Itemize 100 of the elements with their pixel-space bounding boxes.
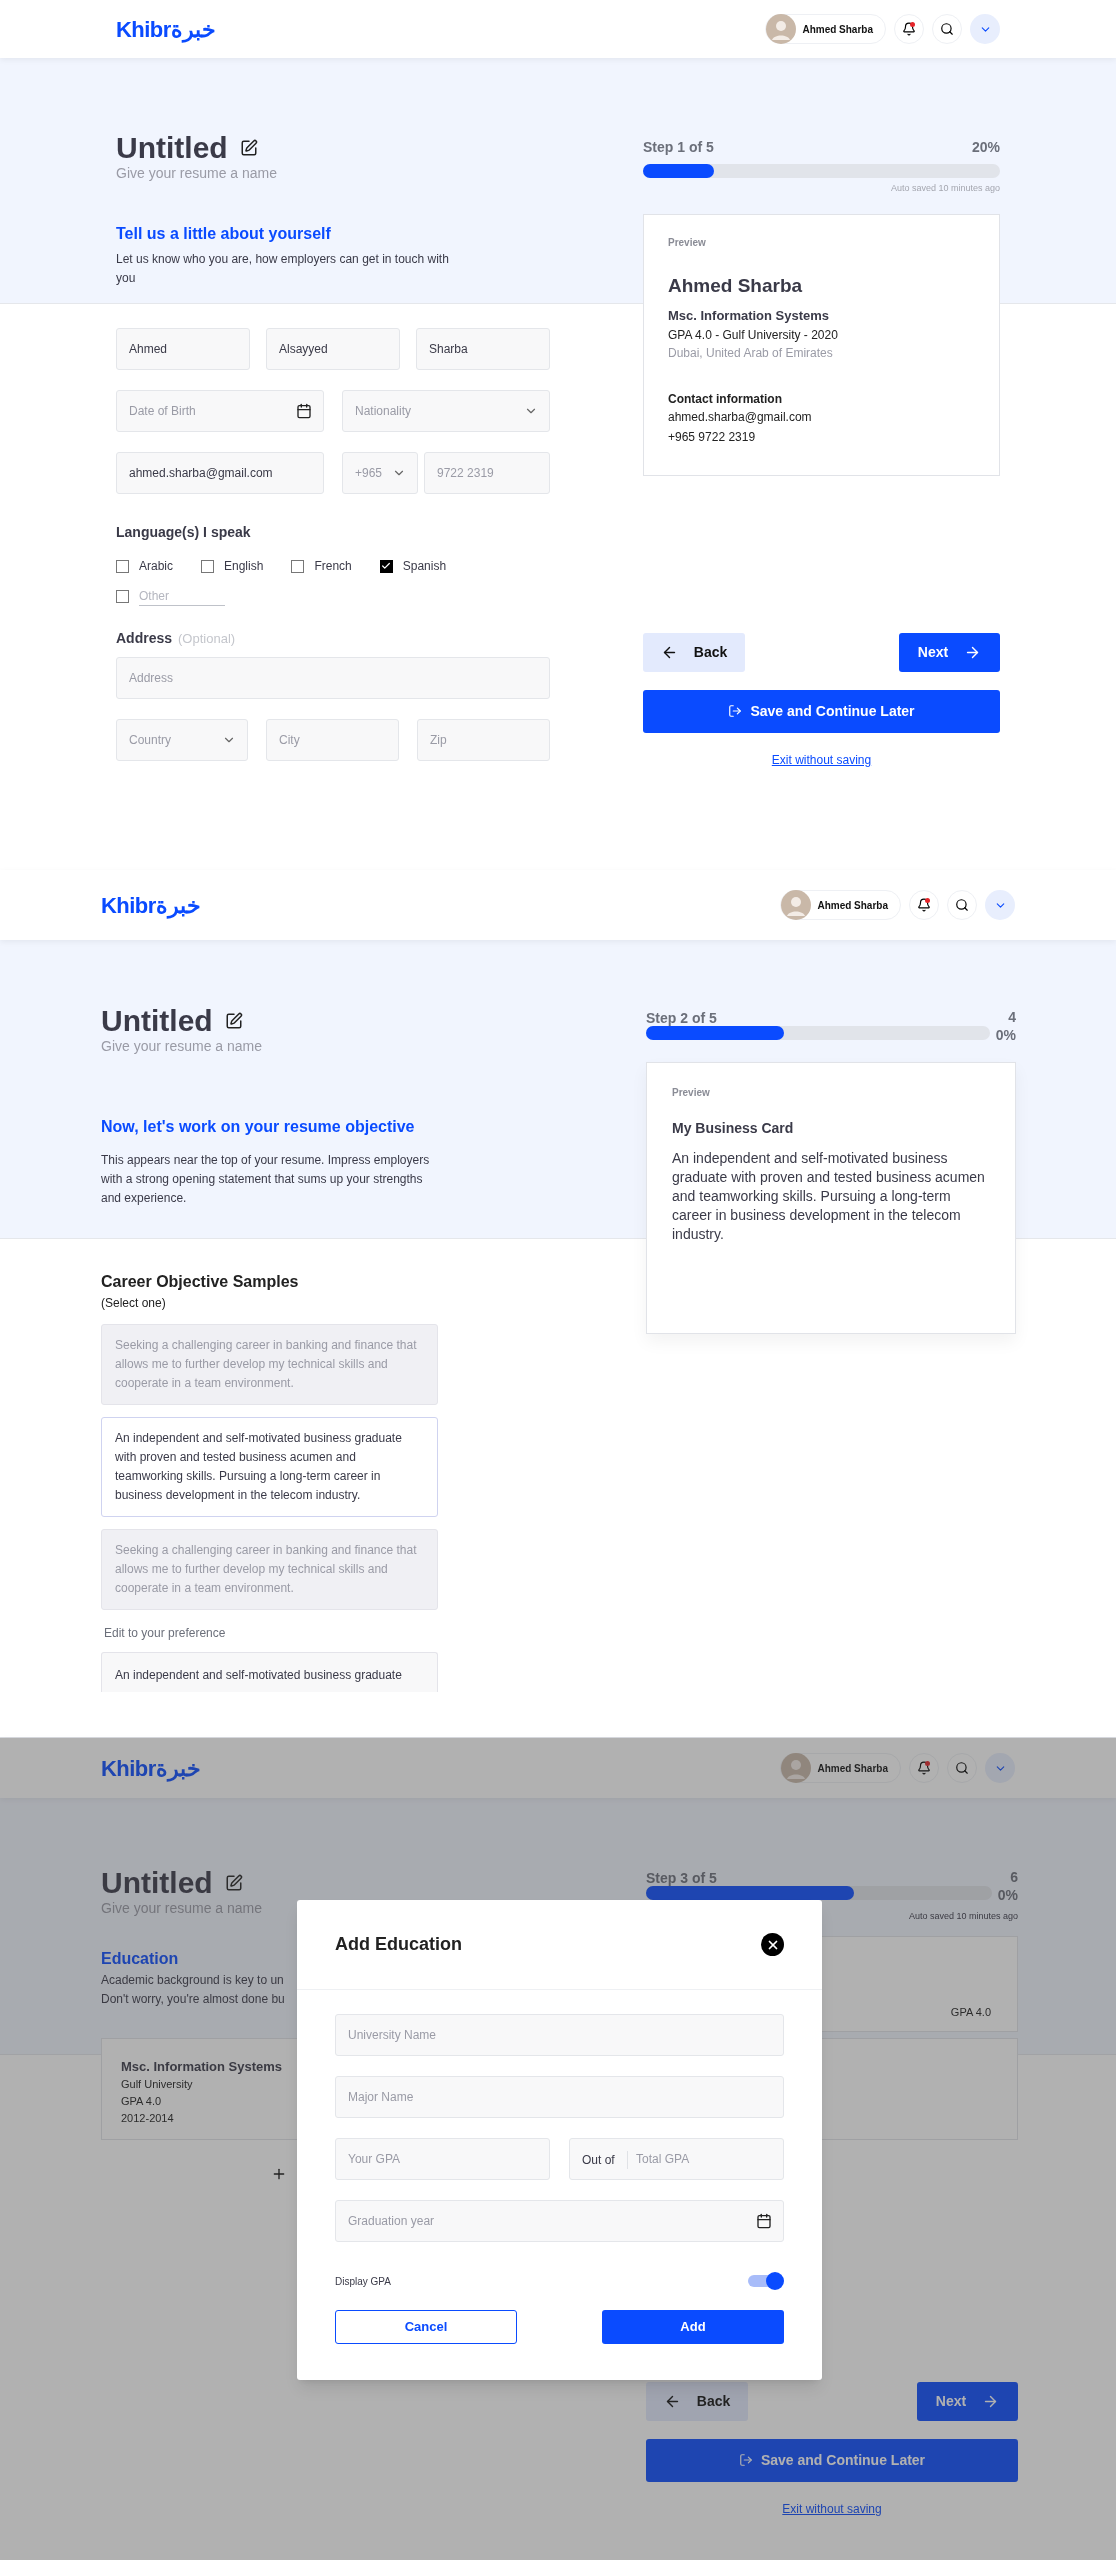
contact-heading: Contact information <box>668 390 783 408</box>
search-icon <box>955 898 969 912</box>
out-of-label: Out of <box>570 2151 628 2169</box>
bell-icon <box>902 22 916 36</box>
education-university: Gulf University <box>121 2077 193 2092</box>
resume-title: Untitled <box>101 1006 213 1036</box>
add-button[interactable]: Add <box>602 2310 784 2344</box>
edit-icon[interactable] <box>224 1012 243 1030</box>
gpa-field[interactable]: Your GPA <box>335 2138 550 2180</box>
zip-field[interactable]: Zip <box>417 719 550 761</box>
birth-date-field[interactable]: Date of Birth <box>116 390 324 432</box>
checkbox[interactable] <box>116 590 129 603</box>
exit-without-saving-link[interactable]: Exit without saving <box>782 2499 882 2518</box>
preview-education: GPA 4.0 - Gulf University - 2020 <box>668 326 839 344</box>
exit-icon <box>738 2453 753 2467</box>
section-description: Don't worry, you're almost done bu <box>101 1991 285 2008</box>
close-button[interactable] <box>761 1933 784 1956</box>
checkbox[interactable] <box>379 559 393 573</box>
save-and-continue-button[interactable]: Save and Continue Later <box>646 2438 1018 2482</box>
last-name-field[interactable]: Sharba <box>416 328 550 370</box>
title-hint: Give your resume a name <box>101 1037 264 1056</box>
graduation-year-field[interactable]: Graduation year <box>335 2200 784 2242</box>
preview-objective: An independent and self-motivated business graduate with proven and tested business acumen and teamworking skills. Pursuing a long-term career in business development in the telecom industry. <box>672 1149 986 1244</box>
samples-heading: Career Objective Samples <box>101 1272 300 1292</box>
city-field[interactable]: City <box>266 719 399 761</box>
phone-field[interactable]: 9722 2319 <box>424 452 550 494</box>
phone-code-dropdown[interactable]: +965 <box>342 452 418 494</box>
avatar-icon <box>781 890 812 920</box>
progress-percent: 60% <box>996 1868 1018 1904</box>
address-label: Address <box>116 629 173 648</box>
major-name-field[interactable]: Major Name <box>335 2076 784 2118</box>
section-heading: Tell us a little about yourself <box>116 224 332 244</box>
next-button[interactable]: Next <box>899 632 1000 672</box>
avatar-icon <box>766 14 797 44</box>
preview-label: Preview <box>668 235 707 250</box>
preview-location: Dubai, United Arab of Emirates <box>668 344 834 362</box>
exit-without-saving-link[interactable]: Exit without saving <box>771 750 872 769</box>
section-description: Let us know who you are, how employers can get in touch with you <box>116 251 450 287</box>
section-heading: Now, let's work on your resume objective <box>101 1117 416 1137</box>
languages-label: Language(s) I speak <box>116 523 252 542</box>
calendar-icon <box>296 403 312 419</box>
back-button[interactable]: Back <box>643 632 745 672</box>
nationality-dropdown[interactable]: Nationality <box>342 390 550 432</box>
university-name-field[interactable]: University Name <box>335 2014 784 2056</box>
dialog-title: Add Education <box>335 1933 462 1956</box>
step-label: Step 2 of 5 <box>646 1009 717 1028</box>
checkbox[interactable] <box>201 559 214 573</box>
preview-degree: Msc. Information Systems <box>668 307 831 325</box>
checkbox[interactable] <box>291 559 305 573</box>
edit-label: Edit to your preference <box>104 1625 227 1642</box>
autosave-note: Auto saved 10 minutes ago <box>890 182 1000 195</box>
section-description: Academic background is key to un <box>101 1972 285 1989</box>
title-hint: Give your resume a name <box>116 164 279 183</box>
email-field[interactable]: ahmed.sharba@gmail.com <box>116 452 324 494</box>
language-label: French <box>314 558 352 575</box>
exit-icon <box>728 704 743 718</box>
bell-icon <box>917 898 931 912</box>
bell-icon <box>917 1761 931 1775</box>
samples-hint: (Select one) <box>101 1295 167 1312</box>
objective-text-area[interactable]: An independent and self-motivated business graduate <box>101 1652 438 1692</box>
education-years: 2012-2014 <box>121 2111 174 2126</box>
back-button[interactable]: Back <box>646 2381 748 2421</box>
other-language-field[interactable]: Other <box>139 587 225 606</box>
preview-email: ahmed.sharba@gmail.com <box>668 408 813 426</box>
preview-label: Preview <box>672 1086 711 1100</box>
next-button[interactable]: Next <box>917 2381 1018 2421</box>
edit-icon[interactable] <box>239 139 258 157</box>
check-icon <box>381 561 392 571</box>
step-label: Step 3 of 5 <box>646 1869 717 1888</box>
country-dropdown[interactable]: Country <box>116 719 248 761</box>
resume-title: Untitled <box>101 1868 213 1898</box>
section-description: This appears near the top of your resume. Impress employers with a strong opening statement that sums up your strengths and experience. <box>101 1152 431 1207</box>
display-gpa-switch[interactable] <box>748 2272 784 2290</box>
progress-percent: 20% <box>971 138 1000 157</box>
search-icon <box>940 22 954 36</box>
autosave-note: Auto saved 10 minutes ago <box>908 1910 1018 1923</box>
checkbox[interactable] <box>116 559 129 573</box>
middle-name-field[interactable]: Alsayyed <box>266 328 400 370</box>
section-heading: Education <box>101 1949 180 1969</box>
cancel-button[interactable]: Cancel <box>335 2310 517 2344</box>
address-field[interactable]: Address <box>116 657 550 699</box>
edit-icon[interactable] <box>224 1874 243 1892</box>
optional-label: (Optional) <box>178 630 236 648</box>
objective-sample[interactable]: An independent and self-motivated business graduate with proven and tested business acumen and teamworking skills. Pursuing a long-term career in business development in the telecom industry. <box>101 1417 438 1517</box>
progress-percent: 40% <box>994 1008 1016 1044</box>
step-label: Step 1 of 5 <box>643 138 714 157</box>
save-and-continue-button[interactable]: Save and Continue Later <box>643 689 1000 733</box>
education-gpa: GPA 4.0 <box>121 2094 162 2109</box>
preview-title: My Business Card <box>672 1119 795 1138</box>
education-degree: Msc. Information Systems <box>121 2057 283 2076</box>
search-icon <box>955 1761 969 1775</box>
language-label: Spanish <box>402 558 447 575</box>
preview-phone: +965 9722 2319 <box>668 428 757 446</box>
calendar-icon <box>756 2213 772 2229</box>
resume-title: Untitled <box>116 133 228 163</box>
preview-name: Ahmed Sharba <box>668 273 804 298</box>
first-name-field[interactable]: Ahmed <box>116 328 250 370</box>
avatar-icon <box>781 1753 812 1783</box>
toggle-label: Display GPA <box>335 2274 391 2289</box>
language-label: English <box>224 558 264 575</box>
